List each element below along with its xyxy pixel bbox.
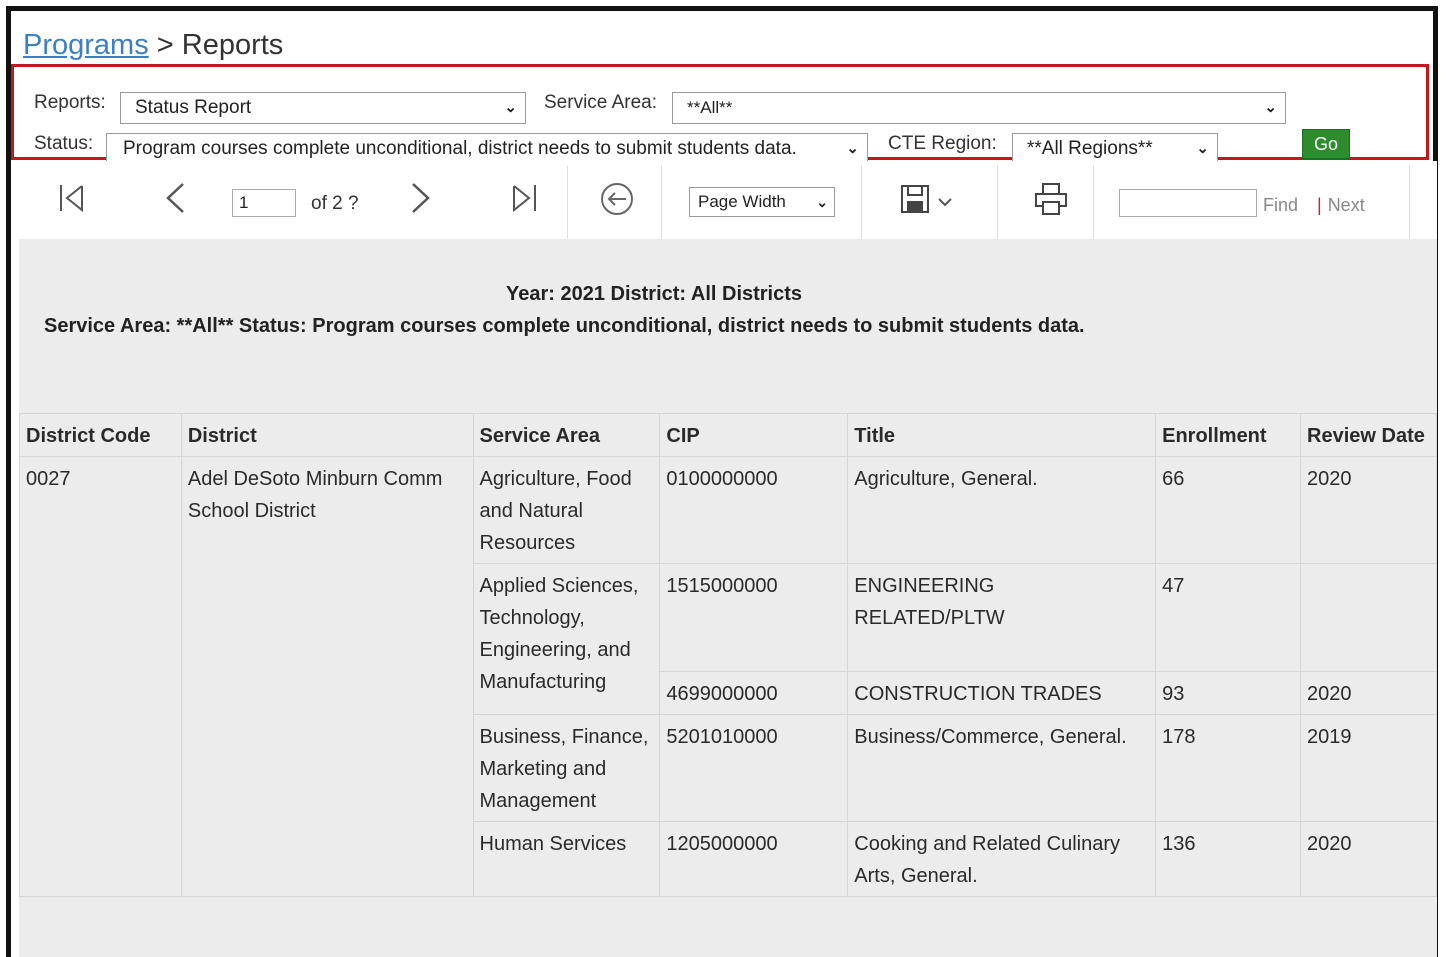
report-body: Year: 2021 District: All Districts Servi… bbox=[19, 239, 1437, 957]
status-select-value: Program courses complete unconditional, … bbox=[123, 138, 797, 159]
column-header: Service Area bbox=[472, 413, 661, 457]
column-header: District Code bbox=[19, 413, 182, 457]
column-header: Title bbox=[847, 413, 1157, 457]
report-frame: Programs > Reports Reports: Status Repor… bbox=[6, 6, 1438, 957]
find-link[interactable]: Find bbox=[1263, 195, 1298, 216]
cip-cell: 1515000000 bbox=[659, 563, 849, 672]
title-cell: ENGINEERING RELATED/PLTW bbox=[847, 563, 1157, 672]
toolbar-divider bbox=[861, 165, 862, 239]
chevron-down-icon: ⌄ bbox=[1264, 99, 1277, 116]
chevron-down-icon: ⌄ bbox=[846, 140, 859, 157]
enrollment-cell: 93 bbox=[1155, 671, 1302, 715]
reports-label: Reports: bbox=[34, 92, 106, 113]
back-arrow-icon[interactable] bbox=[599, 181, 635, 222]
reports-select-value: Status Report bbox=[135, 97, 252, 118]
previous-page-icon[interactable] bbox=[163, 181, 187, 220]
district-code-cell: 0027 bbox=[19, 456, 182, 897]
title-cell: Business/Commerce, General. bbox=[847, 714, 1157, 822]
chevron-down-icon: ⌄ bbox=[1196, 140, 1209, 157]
column-header: District bbox=[180, 413, 474, 457]
service-area-select-value: **All** bbox=[687, 98, 733, 117]
find-input[interactable] bbox=[1119, 189, 1257, 217]
zoom-select-value: Page Width bbox=[698, 192, 786, 211]
toolbar-divider bbox=[997, 165, 998, 239]
next-link-label: Next bbox=[1327, 195, 1365, 215]
service-area-select[interactable]: **All** ⌄ bbox=[672, 92, 1286, 124]
first-page-icon[interactable] bbox=[57, 181, 87, 220]
toolbar-divider bbox=[1409, 165, 1410, 239]
cte-region-label: CTE Region: bbox=[888, 133, 997, 154]
save-icon[interactable] bbox=[899, 183, 957, 222]
next-link[interactable]: | Next bbox=[1317, 195, 1365, 216]
report-table: District Code District Service Area CIP … bbox=[19, 413, 1437, 897]
toolbar-divider bbox=[661, 165, 662, 239]
review-date-cell bbox=[1300, 563, 1437, 672]
last-page-icon[interactable] bbox=[509, 181, 539, 220]
review-date-cell: 2020 bbox=[1300, 456, 1437, 564]
enrollment-cell: 136 bbox=[1155, 821, 1302, 897]
breadcrumb-separator: > bbox=[148, 29, 182, 61]
page-number-input[interactable]: 1 bbox=[232, 189, 296, 217]
review-date-cell: 2020 bbox=[1300, 671, 1437, 715]
title-cell: Agriculture, General. bbox=[847, 456, 1157, 564]
cte-region-select-value: **All Regions** bbox=[1027, 138, 1153, 159]
chevron-down-icon: ⌄ bbox=[504, 99, 517, 116]
enrollment-cell: 66 bbox=[1155, 456, 1302, 564]
service-area-cell: Applied Sciences, Technology, Engineerin… bbox=[472, 563, 661, 715]
service-area-label: Service Area: bbox=[544, 92, 657, 113]
report-header-filters: Service Area: **All** Status: Program co… bbox=[44, 315, 1085, 337]
next-page-icon[interactable] bbox=[409, 181, 433, 220]
district-name-cell: Adel DeSoto Minburn Comm School District bbox=[180, 456, 474, 897]
report-header-year: Year: 2021 District: All Districts bbox=[505, 283, 803, 305]
filter-panel: Reports: Status Report ⌄ Service Area: *… bbox=[11, 64, 1429, 165]
service-area-cell: Human Services bbox=[472, 821, 661, 897]
status-label: Status: bbox=[34, 133, 94, 154]
cip-cell: 1205000000 bbox=[659, 821, 849, 897]
table-header-row: District Code District Service Area CIP … bbox=[19, 413, 1437, 457]
breadcrumb-current: Reports bbox=[181, 29, 284, 61]
cip-cell: 4699000000 bbox=[659, 671, 849, 715]
breadcrumb-programs-link[interactable]: Programs bbox=[23, 29, 149, 61]
next-separator: | bbox=[1317, 195, 1322, 215]
chevron-down-icon: ⌄ bbox=[816, 194, 828, 210]
service-area-cell: Agriculture, Food and Natural Resources bbox=[472, 456, 661, 564]
print-icon[interactable] bbox=[1033, 181, 1069, 222]
review-date-cell: 2020 bbox=[1300, 821, 1437, 897]
enrollment-cell: 47 bbox=[1155, 563, 1302, 672]
table-row: 0027 Adel DeSoto Minburn Comm School Dis… bbox=[19, 456, 1437, 897]
toolbar-divider bbox=[1093, 165, 1094, 239]
review-date-cell: 2019 bbox=[1300, 714, 1437, 822]
go-button[interactable]: Go bbox=[1302, 129, 1350, 159]
zoom-select[interactable]: Page Width ⌄ bbox=[689, 187, 835, 217]
column-header: Review Date bbox=[1300, 413, 1437, 457]
title-cell: CONSTRUCTION TRADES bbox=[847, 671, 1157, 715]
column-header: CIP bbox=[659, 413, 849, 457]
breadcrumb: Programs > Reports bbox=[23, 29, 283, 62]
page-count-text: of 2 ? bbox=[311, 193, 359, 214]
toolbar-divider bbox=[567, 165, 568, 239]
service-area-cell: Business, Finance, Marketing and Managem… bbox=[472, 714, 661, 822]
column-header: Enrollment bbox=[1155, 413, 1302, 457]
title-cell: Cooking and Related Culinary Arts, Gener… bbox=[847, 821, 1157, 897]
enrollment-cell: 178 bbox=[1155, 714, 1302, 822]
reports-select[interactable]: Status Report ⌄ bbox=[120, 92, 526, 124]
cip-cell: 0100000000 bbox=[659, 456, 849, 564]
report-toolbar: 1 of 2 ? Page Width ⌄ Find | Next bbox=[19, 161, 1437, 239]
cip-cell: 5201010000 bbox=[659, 714, 849, 822]
